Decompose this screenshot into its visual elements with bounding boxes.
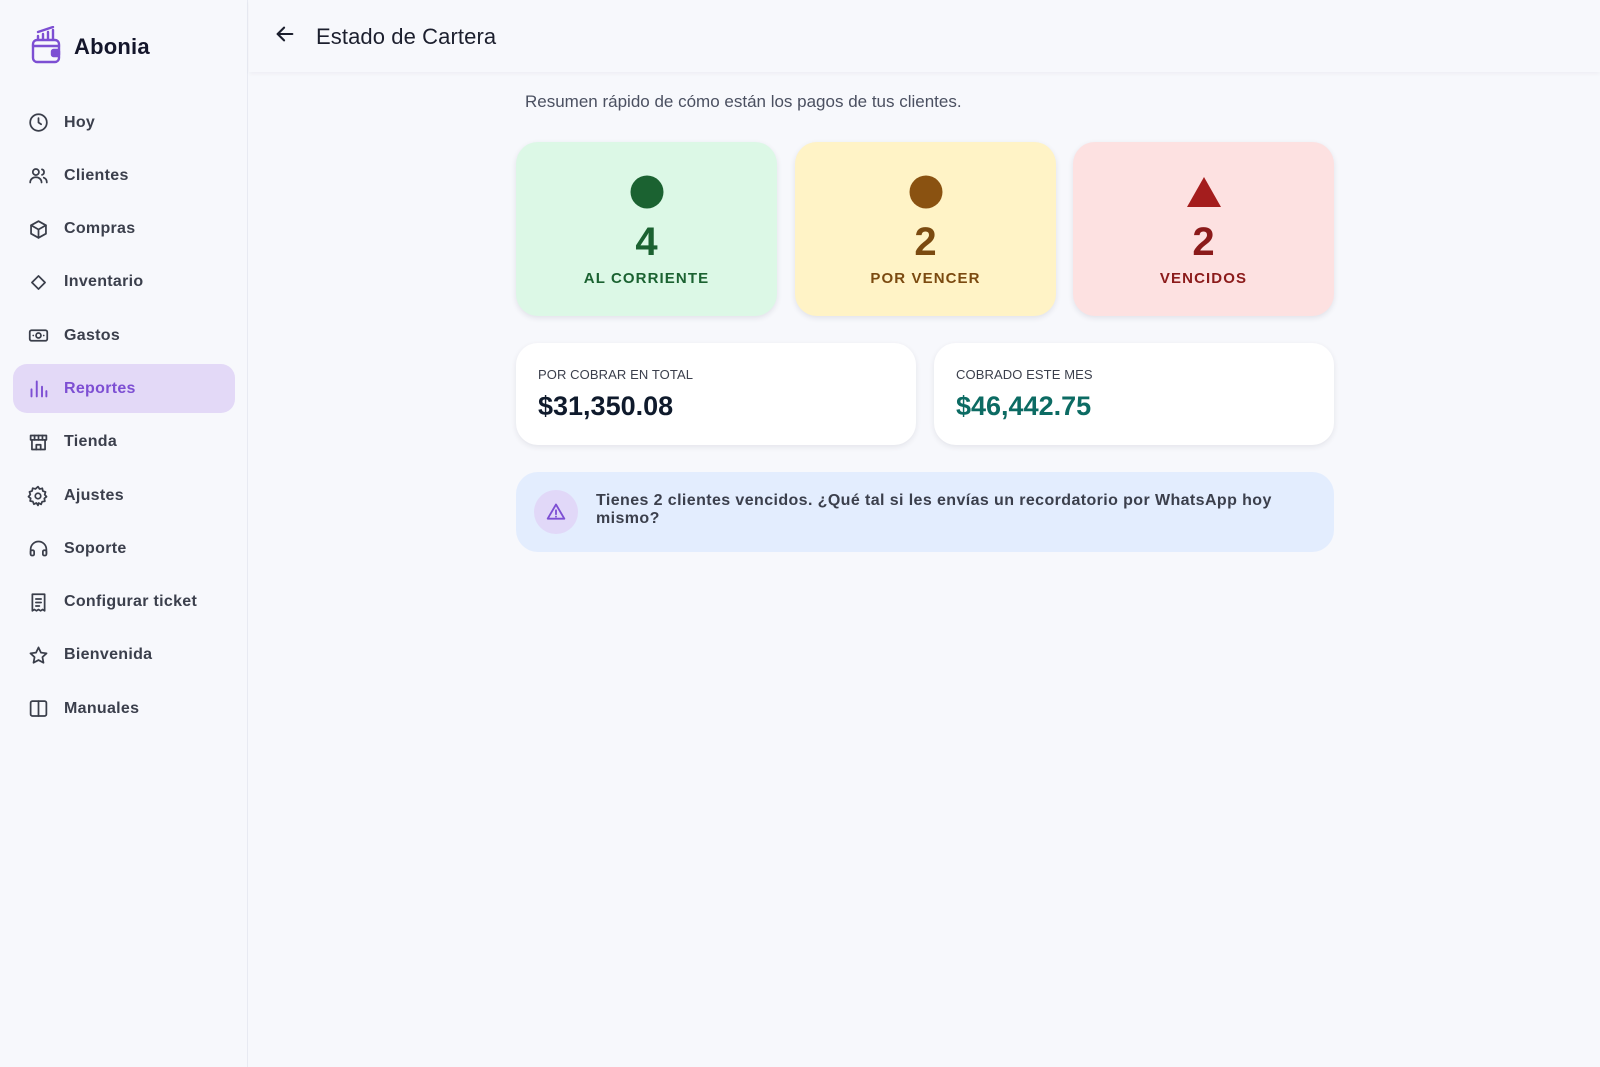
clock-icon: [27, 112, 49, 134]
status-card-vencidos[interactable]: 2 VENCIDOS: [1073, 142, 1334, 316]
sidebar-item-compras[interactable]: Compras: [13, 205, 235, 254]
banknote-icon: [27, 325, 49, 347]
top-bar: Estado de Cartera: [249, 0, 1600, 72]
alert-message: Tienes 2 clientes vencidos. ¿Qué tal si …: [596, 492, 1272, 527]
sidebar-item-gastos[interactable]: Gastos: [13, 311, 235, 360]
sidebar-item-label: Clientes: [64, 166, 129, 184]
sidebar-item-clientes[interactable]: Clientes: [13, 151, 235, 200]
users-icon: [27, 165, 49, 187]
page-subtitle: Resumen rápido de cómo están los pagos d…: [525, 92, 962, 111]
total-por-cobrar-card: POR COBRAR EN TOTAL $31,350.08: [516, 343, 916, 445]
brand[interactable]: Abonia: [30, 26, 150, 68]
sidebar-item-hoy[interactable]: Hoy: [13, 98, 235, 147]
status-caption: POR VENCER: [870, 270, 981, 287]
sidebar-item-reportes[interactable]: Reportes: [13, 364, 235, 414]
sidebar-item-label: Soporte: [64, 539, 127, 557]
sidebar-item-label: Tienda: [64, 433, 118, 451]
status-card-al-corriente[interactable]: 4 AL CORRIENTE: [516, 142, 777, 316]
sidebar: Abonia Hoy Clientes Compras Inventario G…: [0, 0, 248, 1067]
store-icon: [27, 431, 49, 453]
green-circle-icon: [516, 174, 777, 210]
receipt-icon: [27, 591, 49, 613]
warning-icon: [534, 490, 578, 534]
arrow-left-icon: [274, 23, 296, 50]
sidebar-item-label: Inventario: [64, 273, 144, 291]
headphones-icon: [27, 538, 49, 560]
diamond-icon: [27, 271, 49, 293]
sidebar-item-label: Compras: [64, 220, 136, 238]
overdue-alert: Tienes 2 clientes vencidos. ¿Qué tal si …: [516, 472, 1334, 552]
sidebar-item-manuales[interactable]: Manuales: [13, 684, 235, 733]
cobrado-este-mes-card: COBRADO ESTE MES $46,442.75: [934, 343, 1334, 445]
total-por-cobrar-label: POR COBRAR EN TOTAL: [538, 367, 694, 382]
sidebar-item-label: Configurar ticket: [64, 593, 198, 611]
sidebar-item-label: Bienvenida: [64, 646, 153, 664]
wallet-logo-icon: [30, 26, 64, 68]
sidebar-item-inventario[interactable]: Inventario: [13, 258, 235, 307]
sidebar-nav: Hoy Clientes Compras Inventario Gastos R…: [13, 98, 235, 738]
sidebar-item-label: Manuales: [64, 699, 140, 717]
status-count: 2: [914, 220, 937, 264]
brand-name: Abonia: [74, 34, 150, 59]
star-icon: [27, 644, 49, 666]
box-icon: [27, 218, 49, 240]
back-button[interactable]: [271, 22, 299, 50]
total-por-cobrar-value: $31,350.08: [538, 391, 674, 421]
cobrado-este-mes-value: $46,442.75: [956, 391, 1092, 421]
bar-chart-icon: [27, 378, 49, 400]
status-count: 4: [635, 220, 658, 264]
sidebar-item-bienvenida[interactable]: Bienvenida: [13, 631, 235, 680]
sidebar-item-soporte[interactable]: Soporte: [13, 524, 235, 573]
sidebar-item-label: Reportes: [64, 379, 136, 397]
sidebar-item-label: Ajustes: [64, 486, 124, 504]
brown-circle-icon: [795, 174, 1056, 210]
status-caption: AL CORRIENTE: [583, 270, 710, 287]
cobrado-este-mes-label: COBRADO ESTE MES: [956, 367, 1093, 382]
sidebar-item-label: Hoy: [64, 113, 96, 131]
sidebar-item-label: Gastos: [64, 326, 121, 344]
gear-icon: [27, 485, 49, 507]
page-title: Estado de Cartera: [316, 24, 497, 49]
status-count: 2: [1192, 220, 1215, 264]
sidebar-item-ajustes[interactable]: Ajustes: [13, 471, 235, 520]
status-card-por-vencer[interactable]: 2 POR VENCER: [795, 142, 1056, 316]
book-icon: [27, 698, 49, 720]
sidebar-item-configurar-ticket[interactable]: Configurar ticket: [13, 578, 235, 627]
red-triangle-icon: [1073, 174, 1334, 210]
sidebar-item-tienda[interactable]: Tienda: [13, 418, 235, 467]
status-caption: VENCIDOS: [1159, 270, 1248, 287]
